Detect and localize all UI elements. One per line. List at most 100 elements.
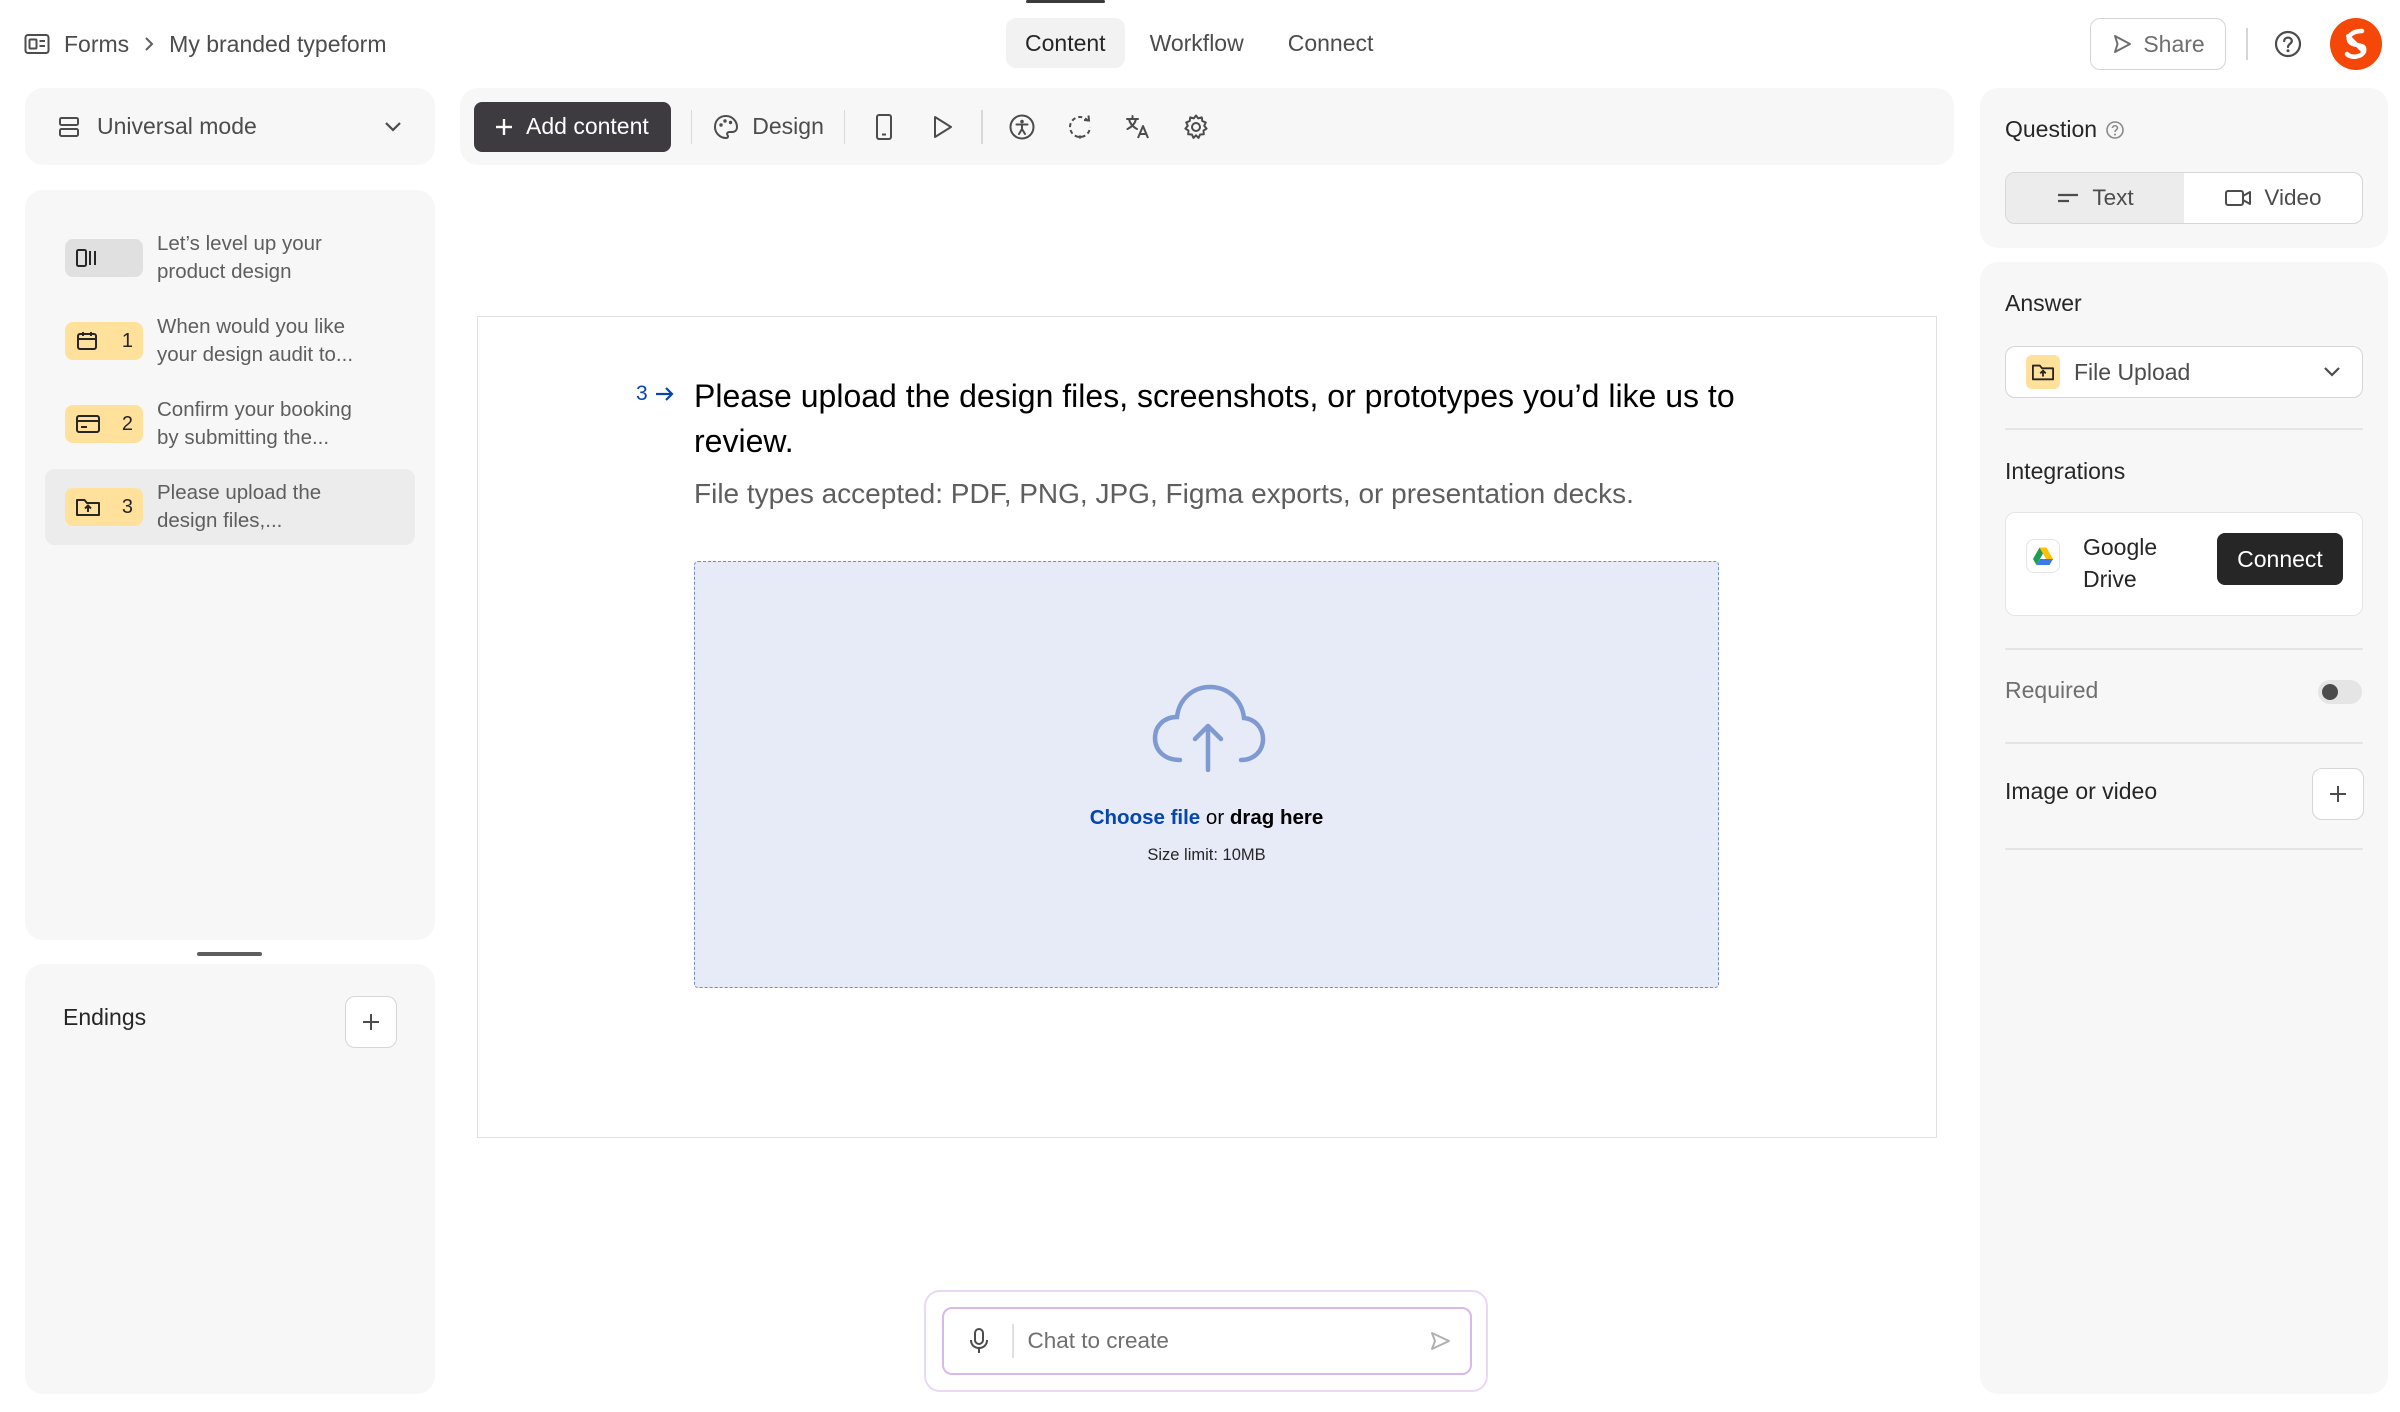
- answer-title: Answer: [2005, 290, 2082, 316]
- answer-type-label: File Upload: [2074, 358, 2191, 385]
- toolbar-divider: [843, 109, 846, 144]
- toolbar-divider: [690, 109, 693, 144]
- question-badge: 2: [65, 405, 143, 443]
- question-number: 1: [121, 329, 133, 352]
- question-text: Let’s level up your product design: [157, 230, 322, 286]
- file-upload-icon: [2026, 355, 2060, 389]
- info-icon[interactable]: [2105, 120, 2125, 140]
- tab-workflow[interactable]: Workflow: [1131, 18, 1263, 68]
- brand-logo-icon[interactable]: [2330, 18, 2382, 70]
- answer-settings-panel: Answer File Upload Integrations Google D…: [1980, 262, 2388, 1394]
- logic-icon[interactable]: [1061, 108, 1099, 146]
- choose-file-link[interactable]: Choose file: [1090, 806, 1201, 829]
- question-text-line: Let’s level up your: [157, 232, 322, 255]
- integration-name-line: Google: [2083, 534, 2158, 560]
- share-button[interactable]: Share: [2090, 18, 2226, 70]
- answer-type-select[interactable]: File Upload: [2005, 346, 2363, 398]
- palette-icon: [712, 113, 740, 141]
- add-ending-button[interactable]: [345, 996, 397, 1048]
- tab-connect-label: Connect: [1287, 29, 1374, 56]
- breadcrumb: Forms My branded typeform: [24, 26, 387, 62]
- question-text-line: design files,...: [157, 509, 283, 532]
- arrow-right-icon: [654, 385, 676, 403]
- question-settings-panel: Question Text Video: [1980, 88, 2388, 248]
- question-text-line: When would you like: [157, 315, 346, 338]
- upload-instructions: Choose file or drag here: [695, 806, 1718, 830]
- microphone-icon[interactable]: [964, 1327, 994, 1355]
- design-button[interactable]: Design: [712, 113, 824, 141]
- chevron-right-icon: [143, 36, 155, 52]
- question-description[interactable]: File types accepted: PDF, PNG, JPG, Figm…: [694, 478, 1634, 510]
- endings-panel: Endings: [25, 964, 435, 1394]
- chat-divider: [1012, 1324, 1014, 1358]
- mobile-preview-icon[interactable]: [865, 108, 903, 146]
- welcome-screen-icon: [75, 247, 101, 269]
- plus-icon: [494, 117, 514, 137]
- question-text: Confirm your booking by submitting the..…: [157, 396, 352, 452]
- tab-workflow-label: Workflow: [1149, 29, 1244, 56]
- chevron-down-icon: [383, 120, 403, 134]
- video-camera-icon: [2224, 188, 2252, 208]
- send-icon[interactable]: [1428, 1329, 1452, 1353]
- endings-title: Endings: [63, 1004, 147, 1030]
- video-option-label: Video: [2264, 185, 2322, 210]
- text-option-label: Text: [2092, 185, 2134, 210]
- question-text-line: Please upload the: [157, 481, 322, 504]
- forms-icon[interactable]: [24, 33, 50, 55]
- help-circle-icon[interactable]: [2270, 26, 2306, 62]
- plus-icon: [2327, 783, 2349, 805]
- question-badge: 1: [65, 322, 143, 360]
- question-title[interactable]: Please upload the design files, screensh…: [694, 374, 1744, 464]
- video-option[interactable]: Video: [2184, 173, 2362, 223]
- design-label: Design: [752, 113, 824, 139]
- list-item[interactable]: Let’s level up your product design: [45, 220, 415, 296]
- question-text: When would you like your design audit to…: [157, 313, 353, 369]
- question-number: 3: [636, 382, 648, 405]
- connect-google-drive-button[interactable]: Connect: [2217, 533, 2343, 585]
- integrations-title: Integrations: [2005, 458, 2126, 484]
- question-number: 2: [121, 412, 133, 435]
- share-label: Share: [2143, 30, 2205, 57]
- section-divider: [2005, 648, 2363, 650]
- question-text-line: by submitting the...: [157, 426, 330, 449]
- add-content-label: Add content: [526, 113, 649, 139]
- integration-card: Google Drive Connect: [2005, 512, 2363, 616]
- breadcrumb-forms-link[interactable]: Forms: [64, 31, 129, 58]
- question-number: 3: [121, 495, 133, 518]
- accessibility-icon[interactable]: [1003, 108, 1041, 146]
- settings-icon[interactable]: [1177, 108, 1215, 146]
- drag-here-text: drag here: [1229, 806, 1324, 829]
- mode-selector[interactable]: Universal mode: [25, 88, 435, 165]
- question-text: Please upload the design files,...: [157, 479, 321, 535]
- tab-content-label: Content: [1025, 29, 1106, 56]
- question-badge: 3: [65, 488, 143, 526]
- top-bar: Forms My branded typeform Content Workfl…: [0, 0, 2400, 86]
- play-icon[interactable]: [923, 108, 961, 146]
- chevron-down-icon: [2322, 365, 2342, 379]
- add-image-video-button[interactable]: [2312, 768, 2364, 820]
- chat-input[interactable]: Chat to create: [942, 1307, 1472, 1375]
- question-list: Let’s level up your product design 1 Whe…: [25, 190, 435, 940]
- question-type-toggle: Text Video: [2005, 172, 2363, 224]
- add-content-button[interactable]: Add content: [474, 101, 671, 152]
- section-divider: [2005, 428, 2363, 430]
- chat-placeholder[interactable]: Chat to create: [1028, 1328, 1429, 1354]
- plus-icon: [360, 1011, 382, 1033]
- section-divider: [2005, 848, 2363, 850]
- list-item[interactable]: 2 Confirm your booking by submitting the…: [45, 386, 415, 462]
- required-toggle[interactable]: [2318, 680, 2362, 704]
- size-limit-text: Size limit: 10MB: [1147, 846, 1266, 864]
- list-item[interactable]: 1 When would you like your design audit …: [45, 303, 415, 379]
- resize-handle[interactable]: [197, 952, 262, 956]
- list-item[interactable]: 3 Please upload the design files,...: [45, 469, 415, 545]
- tab-content[interactable]: Content: [1006, 0, 1125, 68]
- payment-card-icon: [75, 413, 101, 435]
- editor-toolbar: Add content Design: [460, 88, 1954, 165]
- breadcrumb-current[interactable]: My branded typeform: [169, 31, 386, 58]
- tab-connect[interactable]: Connect: [1269, 18, 1393, 68]
- send-icon: [2111, 33, 2133, 55]
- layout-rows-icon: [57, 115, 81, 139]
- translate-icon[interactable]: [1119, 108, 1157, 146]
- text-option[interactable]: Text: [2006, 173, 2184, 223]
- file-dropzone[interactable]: Choose file or drag here Size limit: 10M…: [694, 561, 1719, 988]
